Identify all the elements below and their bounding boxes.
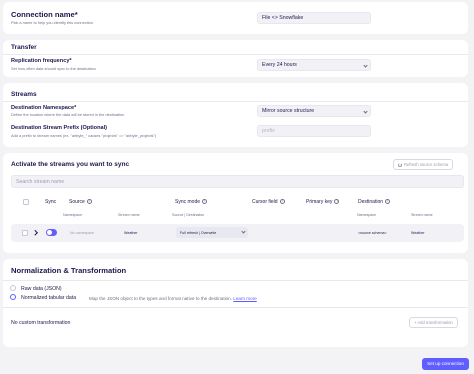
col-primary-key: Primary key: [306, 199, 340, 205]
connection-name-title: Connection name*: [11, 10, 78, 19]
sync-mode-value: Full refresh | Overwrite: [180, 230, 217, 235]
replication-frequency-hint: Set how often data should sync to the de…: [11, 66, 96, 71]
expand-chevron-icon[interactable]: [32, 230, 38, 236]
col-sync-mode: Sync mode: [175, 199, 208, 205]
normalized-data-label[interactable]: Normalized tabular data: [21, 295, 76, 301]
transfer-card: Transfer Replication frequency* Set how …: [3, 40, 468, 77]
col-cursor-field-label: Cursor field: [252, 199, 278, 205]
chevron-down-icon: [241, 229, 246, 234]
normalization-card: Normalization & Transformation Raw data …: [3, 259, 468, 347]
connection-name-card: Connection name* Pick a name to help you…: [3, 2, 468, 34]
normalized-data-radio[interactable]: [10, 294, 16, 300]
stream-search-input[interactable]: Search stream name: [11, 175, 464, 188]
subcol-stream-name: Stream name: [118, 213, 140, 217]
destination-namespace-label: Destination Namespace*: [11, 105, 77, 111]
replication-frequency-select[interactable]: Every 24 hours: [257, 59, 371, 71]
table-row[interactable]: No namespace Weather Full refresh | Over…: [11, 224, 464, 242]
streams-divider: [3, 101, 468, 102]
activate-streams-card: Activate the streams you want to sync Re…: [3, 153, 468, 253]
no-custom-transformation-label: No custom transformation: [11, 320, 71, 326]
select-all-checkbox[interactable]: [23, 199, 29, 205]
destination-namespace-hint: Define the location where the data will …: [11, 112, 125, 117]
refresh-source-schema-label: Refresh source schema: [404, 162, 449, 167]
destination-namespace-select[interactable]: Mirror source structure: [257, 105, 371, 117]
toggle-knob: [47, 230, 52, 235]
normalization-divider: [3, 280, 468, 281]
transfer-title: Transfer: [11, 44, 37, 51]
chevron-down-icon: [363, 63, 368, 68]
info-icon[interactable]: [385, 199, 391, 205]
sync-toggle[interactable]: [46, 229, 57, 236]
row-dest-stream-name: Weather: [411, 231, 425, 235]
col-source: Source: [69, 199, 92, 205]
row-stream-name: Weather: [124, 231, 138, 235]
col-destination: Destination: [358, 199, 391, 205]
col-primary-key-label: Primary key: [306, 199, 333, 205]
learn-more-link[interactable]: Learn more: [233, 296, 257, 301]
activate-streams-title: Activate the streams you want to sync: [11, 161, 130, 168]
connection-name-hint: Pick a name to help you identify this co…: [11, 20, 93, 25]
refresh-source-schema-button[interactable]: Refresh source schema: [393, 159, 454, 170]
normalization-title: Normalization & Transformation: [11, 266, 127, 275]
col-sync: Sync: [45, 199, 57, 205]
info-icon[interactable]: [202, 199, 208, 205]
raw-data-label[interactable]: Raw data (JSON): [21, 286, 62, 292]
transfer-divider: [3, 54, 468, 55]
subcol-source-destination: Source | Destination: [172, 213, 205, 217]
stream-prefix-label: Destination Stream Prefix (Optional): [11, 125, 108, 131]
subcol-dest-namespace: Namespace: [357, 213, 377, 217]
streams-title: Streams: [11, 91, 37, 98]
normalized-data-hint: Map the JSON object to the types and for…: [89, 296, 257, 301]
info-icon[interactable]: [334, 199, 340, 205]
raw-data-radio[interactable]: [10, 285, 16, 291]
col-source-label: Source: [69, 199, 85, 205]
subcol-namespace: Namespace: [63, 213, 83, 217]
destination-namespace-value: Mirror source structure: [262, 108, 315, 114]
row-namespace: No namespace: [70, 231, 95, 235]
row-checkbox[interactable]: [22, 230, 28, 236]
info-icon[interactable]: [279, 199, 285, 205]
connection-name-input[interactable]: File <> Snowflake: [257, 12, 371, 24]
stream-prefix-input[interactable]: prefix: [257, 125, 371, 137]
info-icon[interactable]: [86, 199, 92, 205]
chevron-down-icon: [363, 109, 368, 114]
row-dest-namespace: <source schema>: [358, 231, 387, 235]
subcol-dest-stream-name: Stream name: [411, 213, 433, 217]
streams-card: Streams Destination Namespace* Define th…: [3, 83, 468, 147]
sync-mode-select[interactable]: Full refresh | Overwrite: [176, 227, 248, 238]
col-sync-mode-label: Sync mode: [175, 199, 201, 205]
add-transformation-button[interactable]: + Add transformation: [409, 317, 458, 328]
col-destination-label: Destination: [358, 199, 384, 205]
transformation-divider: [3, 307, 468, 308]
replication-frequency-label: Replication frequency*: [11, 58, 72, 64]
col-cursor-field: Cursor field: [252, 199, 285, 205]
stream-prefix-hint: Add a prefix to stream names (ex. "airby…: [11, 133, 157, 138]
replication-frequency-value: Every 24 hours: [262, 62, 297, 68]
normalized-data-hint-text: Map the JSON object to the types and for…: [89, 296, 232, 301]
set-up-connection-button[interactable]: Set up connection: [422, 358, 469, 370]
refresh-icon: [398, 162, 402, 167]
